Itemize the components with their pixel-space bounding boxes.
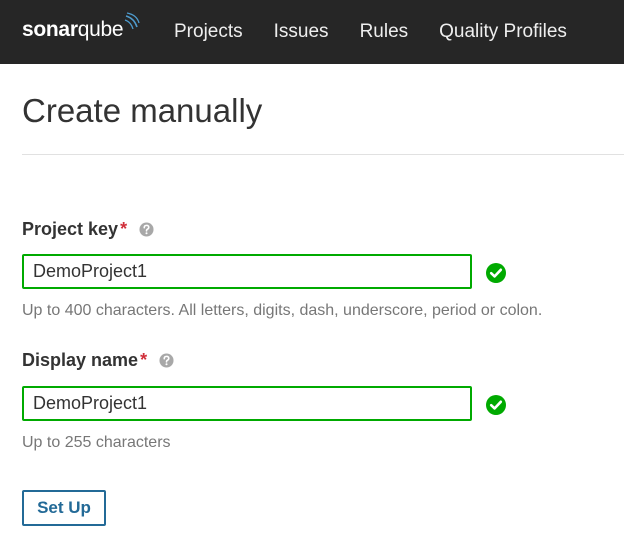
required-mark: *	[140, 350, 148, 370]
sonarqube-logo[interactable]: sonarqube	[22, 12, 140, 44]
required-mark: *	[120, 219, 128, 239]
nav-quality-profiles[interactable]: Quality Profiles	[439, 21, 567, 43]
main-nav: Projects Issues Rules Quality Profiles	[174, 0, 598, 64]
help-icon[interactable]	[139, 222, 154, 237]
nav-projects[interactable]: Projects	[174, 21, 243, 43]
top-navigation-bar: sonarqube Projects Issues Rules Quality …	[0, 0, 624, 64]
nav-issues[interactable]: Issues	[274, 21, 329, 43]
logo-wordmark: sonarqube	[22, 18, 124, 41]
page-title: Create manually	[22, 92, 263, 129]
display-name-hint: Up to 255 characters	[22, 434, 171, 451]
project-key-input[interactable]	[22, 254, 472, 289]
project-key-label-text: Project key	[22, 219, 119, 239]
display-name-label: Display name *	[22, 350, 174, 371]
nav-rules[interactable]: Rules	[360, 21, 409, 43]
display-name-input[interactable]	[22, 386, 472, 421]
set-up-button[interactable]: Set Up	[22, 490, 106, 526]
project-key-hint: Up to 400 characters. All letters, digit…	[22, 302, 543, 319]
valid-check-icon	[486, 395, 506, 415]
title-divider	[22, 154, 624, 155]
display-name-label-text: Display name	[22, 350, 139, 370]
sonar-waves-icon	[124, 12, 140, 30]
help-icon[interactable]	[159, 353, 174, 368]
valid-check-icon	[486, 263, 506, 283]
project-key-label: Project key *	[22, 219, 154, 240]
